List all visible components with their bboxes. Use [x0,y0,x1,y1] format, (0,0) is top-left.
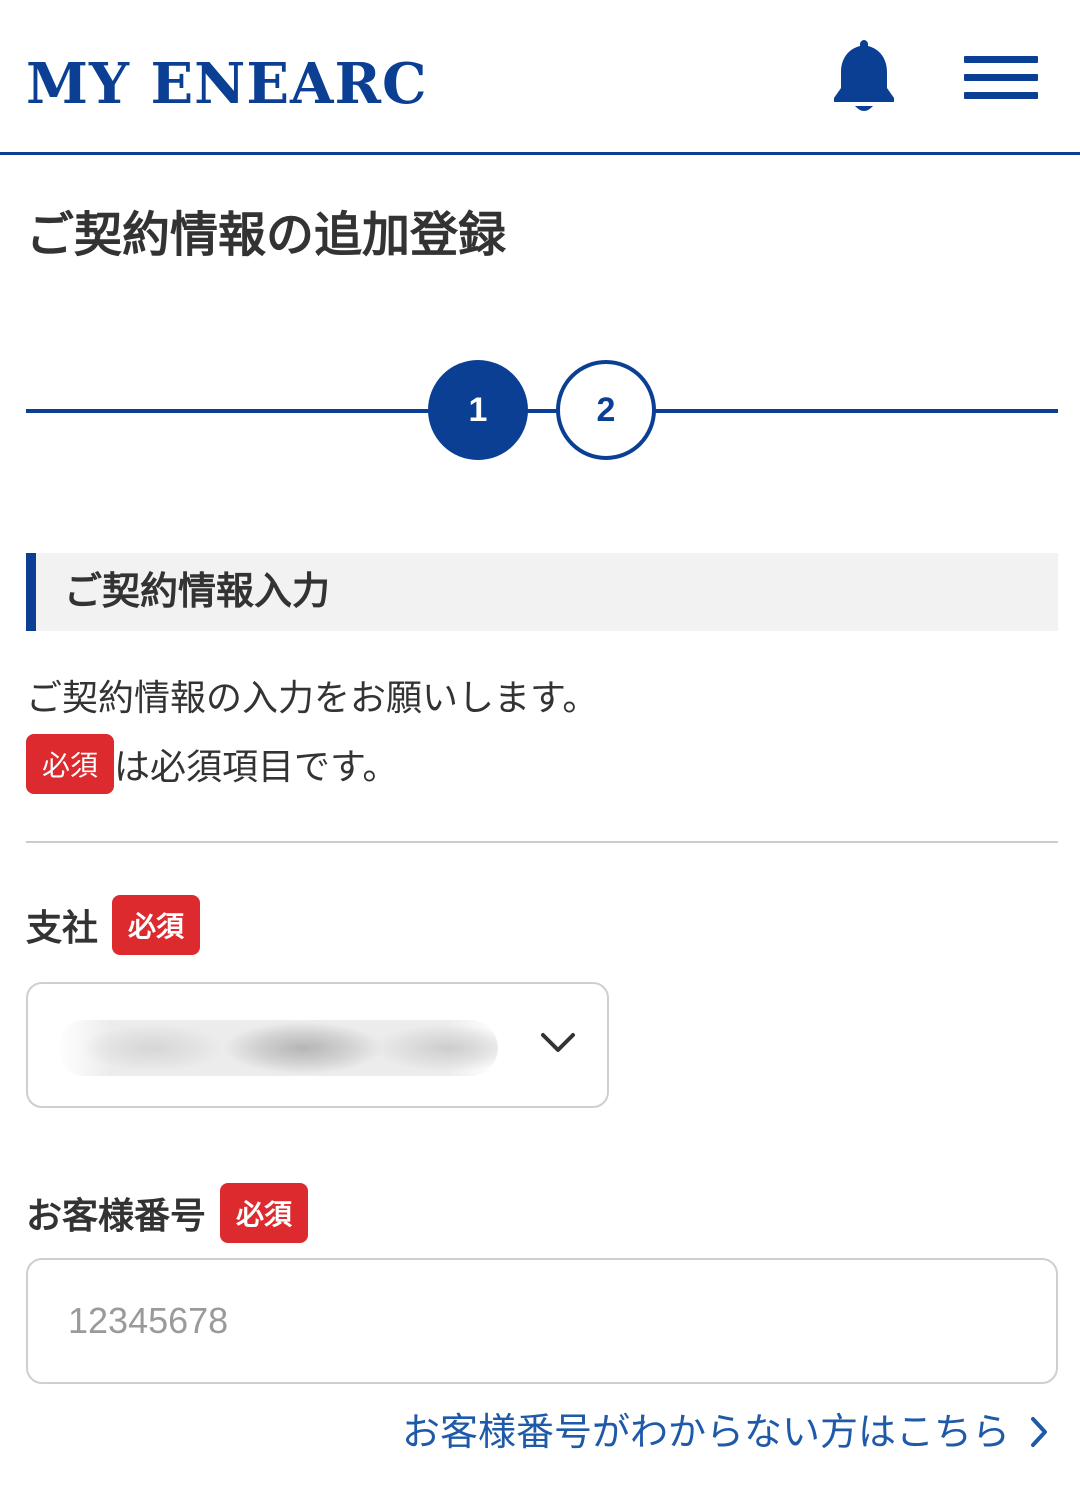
bell-icon[interactable] [828,36,900,118]
required-note: 必須 は必須項目です。 [26,732,398,796]
chevron-down-icon [541,1033,575,1052]
progress-stepper: 1 2 [26,360,1058,462]
customer-number-label: お客様番号 必須 [26,1183,309,1243]
branch-label: 支社 必須 [26,895,201,955]
hamburger-menu-icon[interactable] [964,56,1038,100]
redacted-selected-value [58,1020,498,1076]
required-badge: 必須 [112,895,201,955]
section-title: ご契約情報入力 [64,569,331,613]
divider [26,841,1058,843]
customer-number-help-link[interactable]: お客様番号がわからない方はこちら [402,1402,1050,1462]
required-badge: 必須 [220,1183,309,1243]
customer-number-input[interactable] [26,1258,1058,1384]
intro-text: ご契約情報の入力をお願いします。 [26,678,599,719]
required-note-text: は必須項目です。 [114,747,399,788]
branch-select[interactable] [26,982,609,1108]
site-header: MY ENEARC [0,0,1080,155]
customer-number-help-text: お客様番号がわからない方はこちら [401,1410,1010,1454]
required-badge: 必須 [26,734,114,794]
step-1-current: 1 [428,360,528,460]
logo[interactable]: MY ENEARC [26,52,428,116]
customer-number-label-text: お客様番号 [26,1196,207,1237]
page-title: ご契約情報の追加登録 [26,207,507,263]
chevron-right-icon [1031,1417,1047,1447]
branch-label-text: 支社 [26,908,99,949]
section-heading: ご契約情報入力 [26,553,1058,631]
step-2: 2 [556,360,656,460]
stepper-line [26,409,1058,413]
